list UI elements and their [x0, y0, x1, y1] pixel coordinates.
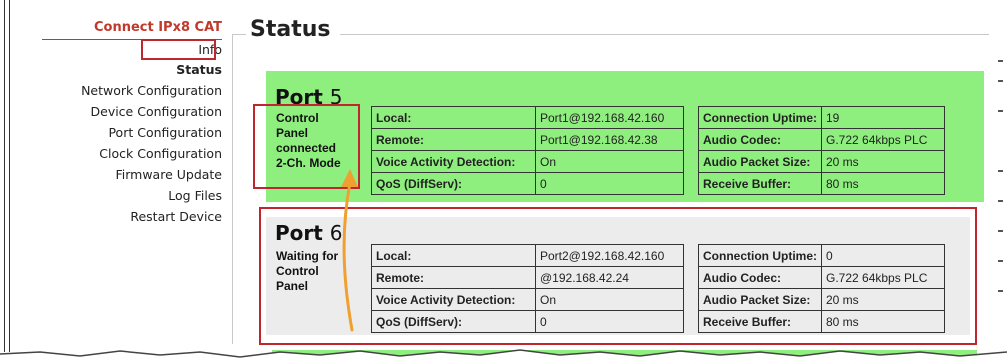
table-row: Remote: Port1@192.168.42.38	[371, 128, 684, 151]
qos-value: 0	[535, 172, 684, 195]
receive-buffer-value: 80 ms	[821, 172, 945, 195]
packet-size-value: 20 ms	[821, 150, 945, 173]
sidebar-item-firmware-update[interactable]: Firmware Update	[2, 167, 222, 182]
table-row: Connection Uptime: 19	[698, 106, 945, 129]
sidebar-item-log-files[interactable]: Log Files	[2, 188, 222, 203]
remote-label: Remote:	[371, 128, 536, 151]
sidebar-item-port-configuration[interactable]: Port Configuration	[2, 125, 222, 140]
sidebar-item-restart-device[interactable]: Restart Device	[2, 209, 222, 224]
status-line: Panel	[276, 279, 309, 293]
vad-value: On	[535, 288, 684, 311]
screenshot-frame: Connect IPx8 CAT Info Status Network Con…	[0, 0, 1007, 363]
table-row: Local: Port2@192.168.42.160	[371, 244, 684, 267]
qos-label: QoS (DiffServ):	[371, 172, 536, 195]
remote-value: @192.168.42.24	[535, 266, 684, 289]
fieldset-rule-vertical	[232, 34, 233, 344]
status-highlight-box	[141, 39, 216, 60]
codec-label: Audio Codec:	[698, 128, 822, 151]
codec-value: G.722 64kbps PLC	[821, 266, 945, 289]
device-title: Connect IPx8 CAT	[93, 20, 222, 35]
remote-value: Port1@192.168.42.38	[535, 128, 684, 151]
table-row: QoS (DiffServ): 0	[371, 310, 684, 333]
sidebar-item-network-configuration[interactable]: Network Configuration	[2, 83, 222, 98]
fieldset-rule-top	[340, 34, 989, 35]
table-row: Audio Packet Size: 20 ms	[698, 150, 945, 173]
port-label: Port	[275, 221, 323, 245]
remote-label: Remote:	[371, 266, 536, 289]
table-row: Audio Packet Size: 20 ms	[698, 288, 945, 311]
table-row: Receive Buffer: 80 ms	[698, 310, 945, 333]
qos-label: QoS (DiffServ):	[371, 310, 536, 333]
table-row: Voice Activity Detection: On	[371, 288, 684, 311]
sidebar-item-device-configuration[interactable]: Device Configuration	[2, 104, 223, 119]
table-row: Remote: @192.168.42.24	[371, 266, 684, 289]
qos-value: 0	[535, 310, 684, 333]
fieldset-rule-left	[232, 34, 246, 35]
uptime-value: 19	[821, 106, 945, 129]
uptime-label: Connection Uptime:	[698, 106, 822, 129]
receive-buffer-value: 80 ms	[821, 310, 945, 333]
table-row: Audio Codec: G.722 64kbps PLC	[698, 128, 945, 151]
vad-value: On	[535, 150, 684, 173]
local-value: Port1@192.168.42.160	[535, 106, 684, 129]
uptime-label: Connection Uptime:	[698, 244, 822, 267]
vad-label: Voice Activity Detection:	[371, 288, 536, 311]
codec-label: Audio Codec:	[698, 266, 822, 289]
codec-value: G.722 64kbps PLC	[821, 128, 945, 151]
port-6-status: Waiting for Control Panel	[276, 249, 338, 294]
table-row: Voice Activity Detection: On	[371, 150, 684, 173]
page-title: Status	[250, 17, 331, 42]
sidebar-item-status[interactable]: Status	[2, 62, 222, 77]
table-row: Receive Buffer: 80 ms	[698, 172, 945, 195]
annotation-arrow-icon	[341, 169, 358, 332]
packet-size-label: Audio Packet Size:	[698, 288, 822, 311]
torn-edge-decoration	[0, 349, 1007, 363]
packet-size-label: Audio Packet Size:	[698, 150, 822, 173]
status-line: Control	[276, 264, 319, 278]
status-line: Waiting for	[276, 249, 339, 263]
table-row: QoS (DiffServ): 0	[371, 172, 684, 195]
local-value: Port2@192.168.42.160	[535, 244, 684, 267]
uptime-value: 0	[821, 244, 945, 267]
sidebar-item-clock-configuration[interactable]: Clock Configuration	[2, 146, 222, 161]
table-row: Connection Uptime: 0	[698, 244, 945, 267]
receive-buffer-label: Receive Buffer:	[698, 172, 822, 195]
port-6-connection-table: Local: Port2@192.168.42.160 Remote: @192…	[371, 244, 684, 333]
table-row: Local: Port1@192.168.42.160	[371, 106, 684, 129]
table-row: Audio Codec: G.722 64kbps PLC	[698, 266, 945, 289]
scroll-edge-marks	[996, 50, 1007, 350]
local-label: Local:	[371, 106, 536, 129]
port-5-audio-table: Connection Uptime: 19 Audio Codec: G.722…	[698, 106, 945, 195]
port-6-audio-table: Connection Uptime: 0 Audio Codec: G.722 …	[698, 244, 945, 333]
vad-label: Voice Activity Detection:	[371, 150, 536, 173]
packet-size-value: 20 ms	[821, 288, 945, 311]
local-label: Local:	[371, 244, 536, 267]
port-5-connection-table: Local: Port1@192.168.42.160 Remote: Port…	[371, 106, 684, 195]
receive-buffer-label: Receive Buffer:	[698, 310, 822, 333]
